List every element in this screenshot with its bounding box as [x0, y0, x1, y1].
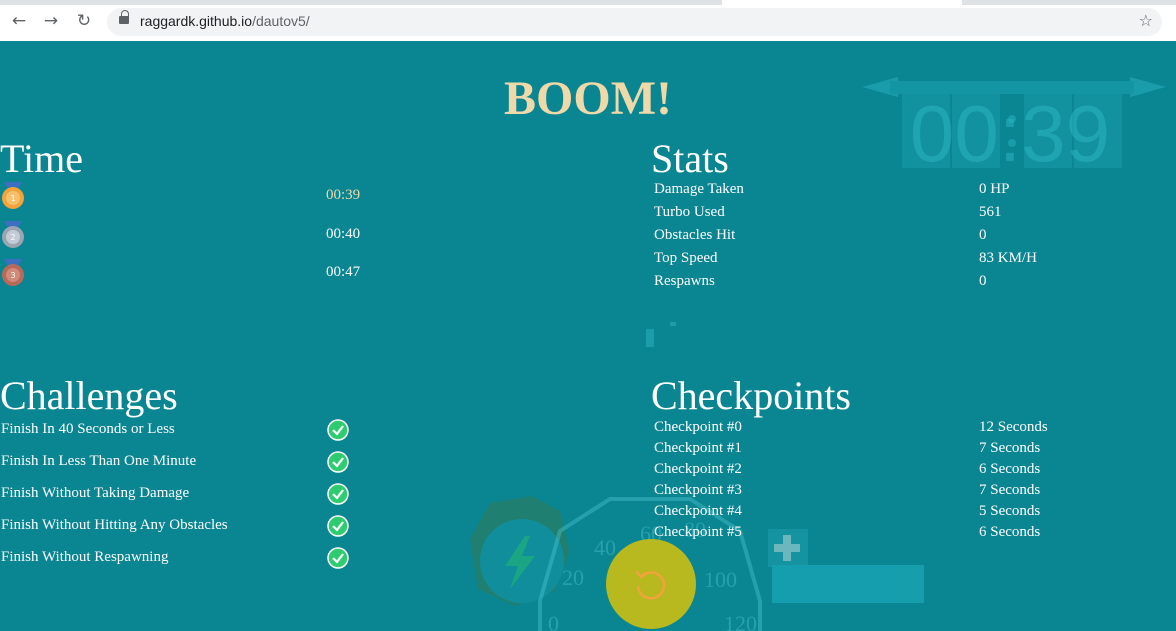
stat-value: 83 KM/H — [979, 250, 1037, 266]
svg-text:100: 100 — [704, 567, 737, 592]
address-bar[interactable]: raggardk.github.io/dautov5/ ☆ — [107, 8, 1162, 36]
challenge-item: Finish Without Hitting Any Obstacles — [0, 515, 360, 539]
checkpoint-value: 6 Seconds — [979, 461, 1041, 477]
checkpoint-label: Checkpoint #4 — [654, 503, 742, 519]
time-heading: Time — [0, 136, 84, 181]
check-icon — [327, 483, 349, 505]
time-entry-2: 2 00:40 — [0, 221, 400, 253]
svg-text:3: 3 — [10, 271, 15, 280]
checkpoint-value: 7 Seconds — [979, 482, 1041, 498]
stat-value: 561 — [979, 204, 1002, 220]
stat-label: Damage Taken — [654, 181, 744, 197]
challenge-item: Finish Without Respawning — [0, 547, 360, 571]
checkpoint-label: Checkpoint #0 — [654, 419, 742, 435]
checkpoint-label: Checkpoint #2 — [654, 461, 742, 477]
boom-title: BOOM! — [504, 72, 672, 125]
lock-icon — [119, 10, 129, 24]
restart-button[interactable] — [606, 539, 696, 629]
check-icon — [327, 419, 349, 441]
time-value: 00:39 — [326, 187, 361, 203]
time-value: 00:40 — [326, 226, 361, 242]
stat-label: Top Speed — [654, 250, 718, 266]
restart-icon — [635, 570, 666, 600]
svg-text:20: 20 — [562, 565, 584, 590]
svg-text:2: 2 — [10, 233, 15, 242]
challenge-label: Finish Without Respawning — [1, 549, 169, 565]
challenge-label: Finish In Less Than One Minute — [1, 453, 197, 469]
challenges-heading: Challenges — [0, 373, 178, 418]
challenge-label: Finish In 40 Seconds or Less — [1, 421, 175, 437]
svg-text:1: 1 — [10, 194, 15, 203]
check-icon — [327, 515, 349, 537]
stat-label: Obstacles Hit — [654, 227, 736, 243]
url-path: /dautov5/ — [252, 13, 310, 29]
gold-medal-icon: 1 — [2, 182, 24, 209]
reload-icon[interactable]: ↻ — [73, 10, 95, 32]
checkpoint-label: Checkpoint #5 — [654, 524, 742, 540]
time-entry-1: 1 00:39 — [0, 182, 400, 214]
time-value: 00:47 — [326, 264, 361, 280]
checkpoint-value: 6 Seconds — [979, 524, 1041, 540]
checkpoint-value: 12 Seconds — [979, 419, 1048, 435]
checkpoint-value: 7 Seconds — [979, 440, 1041, 456]
check-icon — [327, 547, 349, 569]
challenge-label: Finish Without Hitting Any Obstacles — [1, 517, 228, 533]
stat-value: 0 HP — [979, 181, 1010, 197]
url-text[interactable]: raggardk.github.io/dautov5/ — [140, 13, 310, 29]
url-host: raggardk.github.io — [140, 13, 253, 29]
checkpoint-label: Checkpoint #3 — [654, 482, 742, 498]
forward-arrow-icon[interactable]: → — [40, 10, 62, 32]
back-arrow-icon[interactable]: ← — [8, 10, 30, 32]
stat-value: 0 — [979, 273, 987, 289]
stat-label: Turbo Used — [654, 204, 725, 220]
bookmark-star-icon[interactable]: ☆ — [1139, 11, 1153, 30]
tab-strip — [0, 0, 1176, 5]
checkpoints-heading: Checkpoints — [651, 373, 851, 418]
active-tab[interactable] — [722, 0, 962, 5]
bronze-medal-icon: 3 — [2, 259, 24, 286]
challenge-item: Finish Without Taking Damage — [0, 483, 360, 507]
silver-medal-icon: 2 — [2, 221, 24, 248]
svg-text:120: 120 — [724, 611, 757, 631]
checkpoint-label: Checkpoint #1 — [654, 440, 742, 456]
check-icon — [327, 451, 349, 473]
health-box-decor — [768, 529, 924, 603]
stat-value: 0 — [979, 227, 987, 243]
svg-text:40: 40 — [594, 535, 616, 560]
challenge-label: Finish Without Taking Damage — [1, 485, 190, 501]
challenge-item: Finish In 40 Seconds or Less — [0, 419, 360, 443]
results-page: 00:39 0 20 40 60 80 100 120 BOOM! Time 1… — [0, 41, 1176, 631]
challenge-item: Finish In Less Than One Minute — [0, 451, 360, 475]
checkpoint-value: 5 Seconds — [979, 503, 1041, 519]
stats-heading: Stats — [651, 136, 729, 181]
background-decor: 00:39 0 20 40 60 80 100 120 — [470, 77, 1166, 631]
stat-label: Respawns — [654, 273, 715, 289]
svg-text:0: 0 — [548, 611, 559, 631]
browser-toolbar: ← → ↻ raggardk.github.io/dautov5/ ☆ — [0, 0, 1176, 41]
time-entry-3: 3 00:47 — [0, 259, 400, 291]
